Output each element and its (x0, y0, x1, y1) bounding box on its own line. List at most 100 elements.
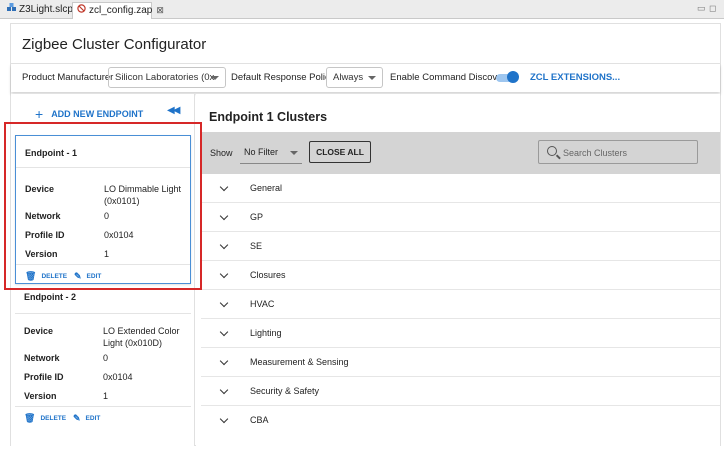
edit-label: EDIT (86, 273, 102, 280)
cluster-category-row[interactable]: Measurement & Sensing (201, 348, 720, 377)
edit-endpoint-button[interactable]: ✎ EDIT (74, 271, 101, 282)
network-value: 0 (103, 353, 109, 363)
chevron-down-icon (211, 76, 219, 80)
command-discovery-label: Enable Command Discovery (390, 72, 511, 83)
cluster-category-row[interactable]: Closures (201, 261, 720, 290)
chevron-down-icon (219, 182, 229, 192)
tab-zcl-config-zap[interactable]: zcl_config.zap ⊠ (72, 2, 164, 19)
chevron-down-icon (219, 356, 229, 366)
endpoint-card[interactable]: Endpoint - 1 Device LO Dimmable Light (0… (15, 135, 191, 284)
command-discovery-toggle[interactable] (496, 71, 519, 83)
chevron-down-icon (219, 211, 229, 221)
maximize-icon[interactable]: ◻ (709, 4, 716, 13)
delete-label: DELETE (40, 415, 67, 422)
pencil-icon: ✎ (74, 271, 82, 281)
version-value: 1 (104, 249, 110, 259)
filter-value: No Filter (244, 147, 279, 157)
tab-label: Z3Light.slcp (19, 4, 73, 16)
manufacturer-value: Silicon Laboratories (0x (115, 72, 215, 83)
editor-tab-bar: Z3Light.slcp zcl_config.zap ⊠ ▭ ◻ (0, 0, 724, 19)
cluster-category-row[interactable]: SE (201, 232, 720, 261)
zap-app: Zigbee Cluster Configurator Product Manu… (10, 23, 721, 446)
tab-label: zcl_config.zap (89, 5, 153, 17)
search-clusters-input[interactable] (563, 145, 693, 160)
divider (15, 313, 191, 314)
global-options-toolbar: Product Manufacturer Silicon Laboratorie… (11, 64, 720, 92)
cluster-category-label: Measurement & Sensing (250, 357, 349, 367)
edit-endpoint-button[interactable]: ✎ EDIT (73, 413, 100, 424)
device-label: Device (25, 184, 55, 194)
network-label: Network (25, 211, 61, 221)
plus-icon: + (35, 106, 44, 122)
minimize-icon[interactable]: ▭ (697, 4, 706, 13)
divider (15, 406, 191, 407)
manufacturer-select[interactable]: Silicon Laboratories (0x (108, 67, 226, 88)
cluster-category-label: Lighting (250, 328, 282, 338)
pencil-icon: ✎ (73, 413, 81, 423)
version-value: 1 (103, 391, 109, 401)
chevron-down-icon (219, 298, 229, 308)
device-label: Device (24, 326, 54, 336)
endpoint-card[interactable]: Endpoint - 2 Device LO Extended Color Li… (15, 289, 191, 441)
show-label: Show (210, 148, 233, 158)
profile-id-value: 0x0104 (104, 230, 134, 240)
profile-id-label: Profile ID (25, 230, 65, 240)
network-label: Network (24, 353, 60, 363)
profile-id-value: 0x0104 (103, 372, 133, 382)
cluster-category-row[interactable]: GP (201, 203, 720, 232)
zcl-extensions-button[interactable]: ZCL EXTENSIONS... (530, 72, 620, 83)
cluster-category-row[interactable]: Lighting (201, 319, 720, 348)
profile-id-label: Profile ID (24, 372, 64, 382)
zap-file-icon (77, 3, 86, 18)
endpoint-title: Endpoint - 1 (25, 148, 77, 158)
version-label: Version (25, 249, 58, 259)
edit-label: EDIT (85, 415, 101, 422)
endpoint-title: Endpoint - 2 (24, 292, 76, 302)
tab-z3light-slcp[interactable]: Z3Light.slcp (3, 2, 73, 19)
add-endpoint-label: ADD NEW ENDPOINT (51, 109, 144, 119)
toggle-knob (507, 71, 519, 83)
cluster-category-row[interactable]: HVAC (201, 290, 720, 319)
close-all-button[interactable]: CLOSE ALL (309, 141, 371, 163)
manufacturer-label: Product Manufacturer (22, 72, 114, 83)
cluster-category-label: Security & Safety (250, 386, 320, 396)
chevron-down-icon (219, 385, 229, 395)
app-title: Zigbee Cluster Configurator (22, 36, 207, 53)
project-icon (7, 2, 16, 17)
delete-endpoint-button[interactable]: 🗑 DELETE (24, 413, 66, 424)
cluster-filter-bar: Show No Filter CLOSE ALL (201, 132, 720, 174)
cluster-category-row[interactable]: Security & Safety (201, 377, 720, 406)
chevron-down-icon (219, 327, 229, 337)
delete-label: DELETE (41, 273, 68, 280)
search-clusters-box (538, 140, 698, 164)
chevron-down-icon (219, 414, 229, 424)
cluster-category-label: General (250, 183, 283, 193)
cluster-filter-select[interactable]: No Filter (240, 141, 302, 164)
close-icon[interactable]: ⊠ (156, 3, 164, 18)
divider (16, 167, 190, 168)
divider (16, 264, 190, 265)
clusters-title: Endpoint 1 Clusters (209, 110, 328, 124)
delete-endpoint-button[interactable]: 🗑 DELETE (25, 271, 67, 282)
network-value: 0 (104, 211, 110, 221)
chevron-down-icon (290, 151, 298, 155)
response-policy-label: Default Response Policy (231, 72, 335, 83)
cluster-category-label: HVAC (250, 299, 275, 309)
device-value: LO Extended Color Light (0x010D) (103, 326, 180, 348)
cluster-category-row[interactable]: CBA (201, 406, 720, 435)
endpoint-sidebar: + ADD NEW ENDPOINT ◀◀ Endpoint - 1 Device… (11, 94, 195, 446)
cluster-category-label: CBA (250, 415, 269, 425)
collapse-sidebar-icon[interactable]: ◀◀ (167, 105, 180, 116)
response-policy-value: Always (333, 72, 364, 83)
add-new-endpoint-button[interactable]: + ADD NEW ENDPOINT (35, 106, 143, 122)
cluster-category-list: General GP SE Closures HVAC Lighting Mea… (201, 174, 720, 435)
endpoint-actions: 🗑 DELETE ✎ EDIT (25, 271, 185, 283)
trash-icon: 🗑 (24, 413, 36, 423)
cluster-category-row[interactable]: General (201, 174, 720, 203)
response-policy-select[interactable]: Always (326, 67, 383, 88)
chevron-down-icon (368, 76, 376, 80)
cluster-category-label: Closures (250, 270, 286, 280)
endpoint-actions: 🗑 DELETE ✎ EDIT (24, 413, 184, 425)
device-value: LO Dimmable Light (0x0101) (104, 184, 182, 206)
cluster-category-label: SE (250, 241, 263, 251)
